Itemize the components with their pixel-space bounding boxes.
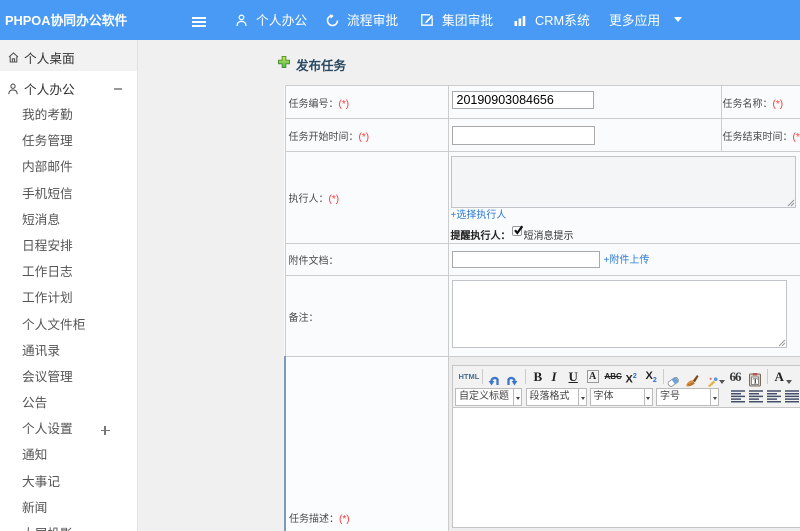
svg-text:T: T — [752, 376, 757, 385]
